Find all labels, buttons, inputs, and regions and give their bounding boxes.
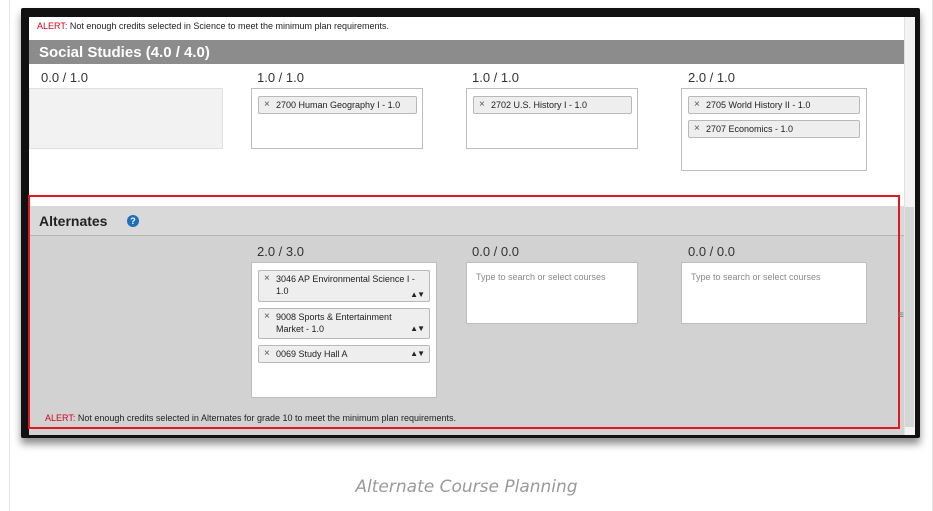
column-credits-label: 0.0 / 0.0 bbox=[688, 244, 735, 259]
alert-tag: ALERT: bbox=[37, 21, 68, 31]
reorder-arrows-icon[interactable]: ▲▼ bbox=[410, 289, 425, 301]
course-chip-label: 2702 U.S. History I - 1.0 bbox=[491, 100, 588, 110]
course-drop-box[interactable] bbox=[29, 88, 223, 149]
course-search-placeholder: Type to search or select courses bbox=[476, 272, 606, 282]
scrollbar-thumb[interactable] bbox=[905, 207, 914, 427]
alternates-panel: Alternates ? 2.0 / 3.0 0.0 / 0.0 0.0 / 0… bbox=[29, 206, 915, 435]
course-search-box[interactable]: Type to search or select courses bbox=[466, 262, 638, 324]
vertical-scrollbar[interactable] bbox=[904, 17, 915, 435]
course-drop-box[interactable]: × 2700 Human Geography I - 1.0 bbox=[251, 88, 423, 149]
resize-grip-icon[interactable]: ≡ bbox=[898, 311, 904, 321]
science-alert: ALERT: Not enough credits selected in Sc… bbox=[37, 21, 389, 31]
course-drop-box[interactable]: × 3046 AP Environmental Science I - 1.0 … bbox=[251, 262, 437, 398]
column-credits-label: 0.0 / 1.0 bbox=[41, 70, 88, 85]
course-chip-label: 9008 Sports & Entertainment Market - 1.0 bbox=[276, 312, 392, 334]
social-studies-header: Social Studies (4.0 / 4.0) bbox=[29, 40, 904, 64]
column-credits-label: 1.0 / 1.0 bbox=[472, 70, 519, 85]
remove-icon[interactable]: × bbox=[694, 123, 700, 135]
alternates-header: Alternates ? bbox=[29, 206, 904, 236]
course-search-box[interactable]: Type to search or select courses bbox=[681, 262, 867, 324]
remove-icon[interactable]: × bbox=[264, 311, 270, 323]
course-chip-label: 2705 World History II - 1.0 bbox=[706, 100, 811, 110]
column-credits-label: 2.0 / 3.0 bbox=[257, 244, 304, 259]
remove-icon[interactable]: × bbox=[479, 99, 485, 111]
reorder-arrows-icon[interactable]: ▲▼ bbox=[410, 348, 425, 360]
course-drop-box[interactable]: × 2702 U.S. History I - 1.0 bbox=[466, 88, 638, 149]
course-chip[interactable]: × 0069 Study Hall A ▲▼ bbox=[258, 345, 430, 363]
reorder-arrows-icon[interactable]: ▲▼ bbox=[410, 323, 425, 335]
help-icon[interactable]: ? bbox=[127, 215, 139, 227]
page-left-rule bbox=[9, 0, 10, 511]
alert-tag: ALERT: bbox=[45, 413, 76, 423]
alternates-title: Alternates bbox=[39, 213, 108, 229]
alert-text: Not enough credits selected in Alternate… bbox=[75, 413, 457, 423]
column-credits-label: 2.0 / 1.0 bbox=[688, 70, 735, 85]
remove-icon[interactable]: × bbox=[694, 99, 700, 111]
alternates-alert: ALERT: Not enough credits selected in Al… bbox=[45, 413, 456, 423]
course-chip[interactable]: × 9008 Sports & Entertainment Market - 1… bbox=[258, 308, 430, 339]
course-chip[interactable]: × 2702 U.S. History I - 1.0 bbox=[473, 96, 632, 114]
course-search-placeholder: Type to search or select courses bbox=[691, 272, 821, 282]
course-chip-label: 3046 AP Environmental Science I - 1.0 bbox=[276, 274, 415, 296]
course-drop-box[interactable]: × 2705 World History II - 1.0 × 2707 Eco… bbox=[681, 88, 867, 171]
course-plan-view: ALERT: Not enough credits selected in Sc… bbox=[29, 17, 915, 435]
course-chip[interactable]: × 2705 World History II - 1.0 bbox=[688, 96, 860, 114]
course-chip[interactable]: × 3046 AP Environmental Science I - 1.0 … bbox=[258, 270, 430, 302]
column-credits-label: 1.0 / 1.0 bbox=[257, 70, 304, 85]
course-chip[interactable]: × 2700 Human Geography I - 1.0 bbox=[258, 96, 417, 114]
course-chip-label: 2707 Economics - 1.0 bbox=[706, 124, 794, 134]
remove-icon[interactable]: × bbox=[264, 348, 270, 360]
column-credits-label: 0.0 / 0.0 bbox=[472, 244, 519, 259]
course-chip[interactable]: × 2707 Economics - 1.0 bbox=[688, 120, 860, 138]
remove-icon[interactable]: × bbox=[264, 273, 270, 285]
course-chip-label: 2700 Human Geography I - 1.0 bbox=[276, 100, 401, 110]
course-chip-label: 0069 Study Hall A bbox=[276, 349, 348, 359]
screenshot-frame: ALERT: Not enough credits selected in Sc… bbox=[21, 8, 920, 438]
figure-caption: Alternate Course Planning bbox=[355, 477, 578, 497]
remove-icon[interactable]: × bbox=[264, 99, 270, 111]
alert-text: Not enough credits selected in Science t… bbox=[67, 21, 390, 31]
